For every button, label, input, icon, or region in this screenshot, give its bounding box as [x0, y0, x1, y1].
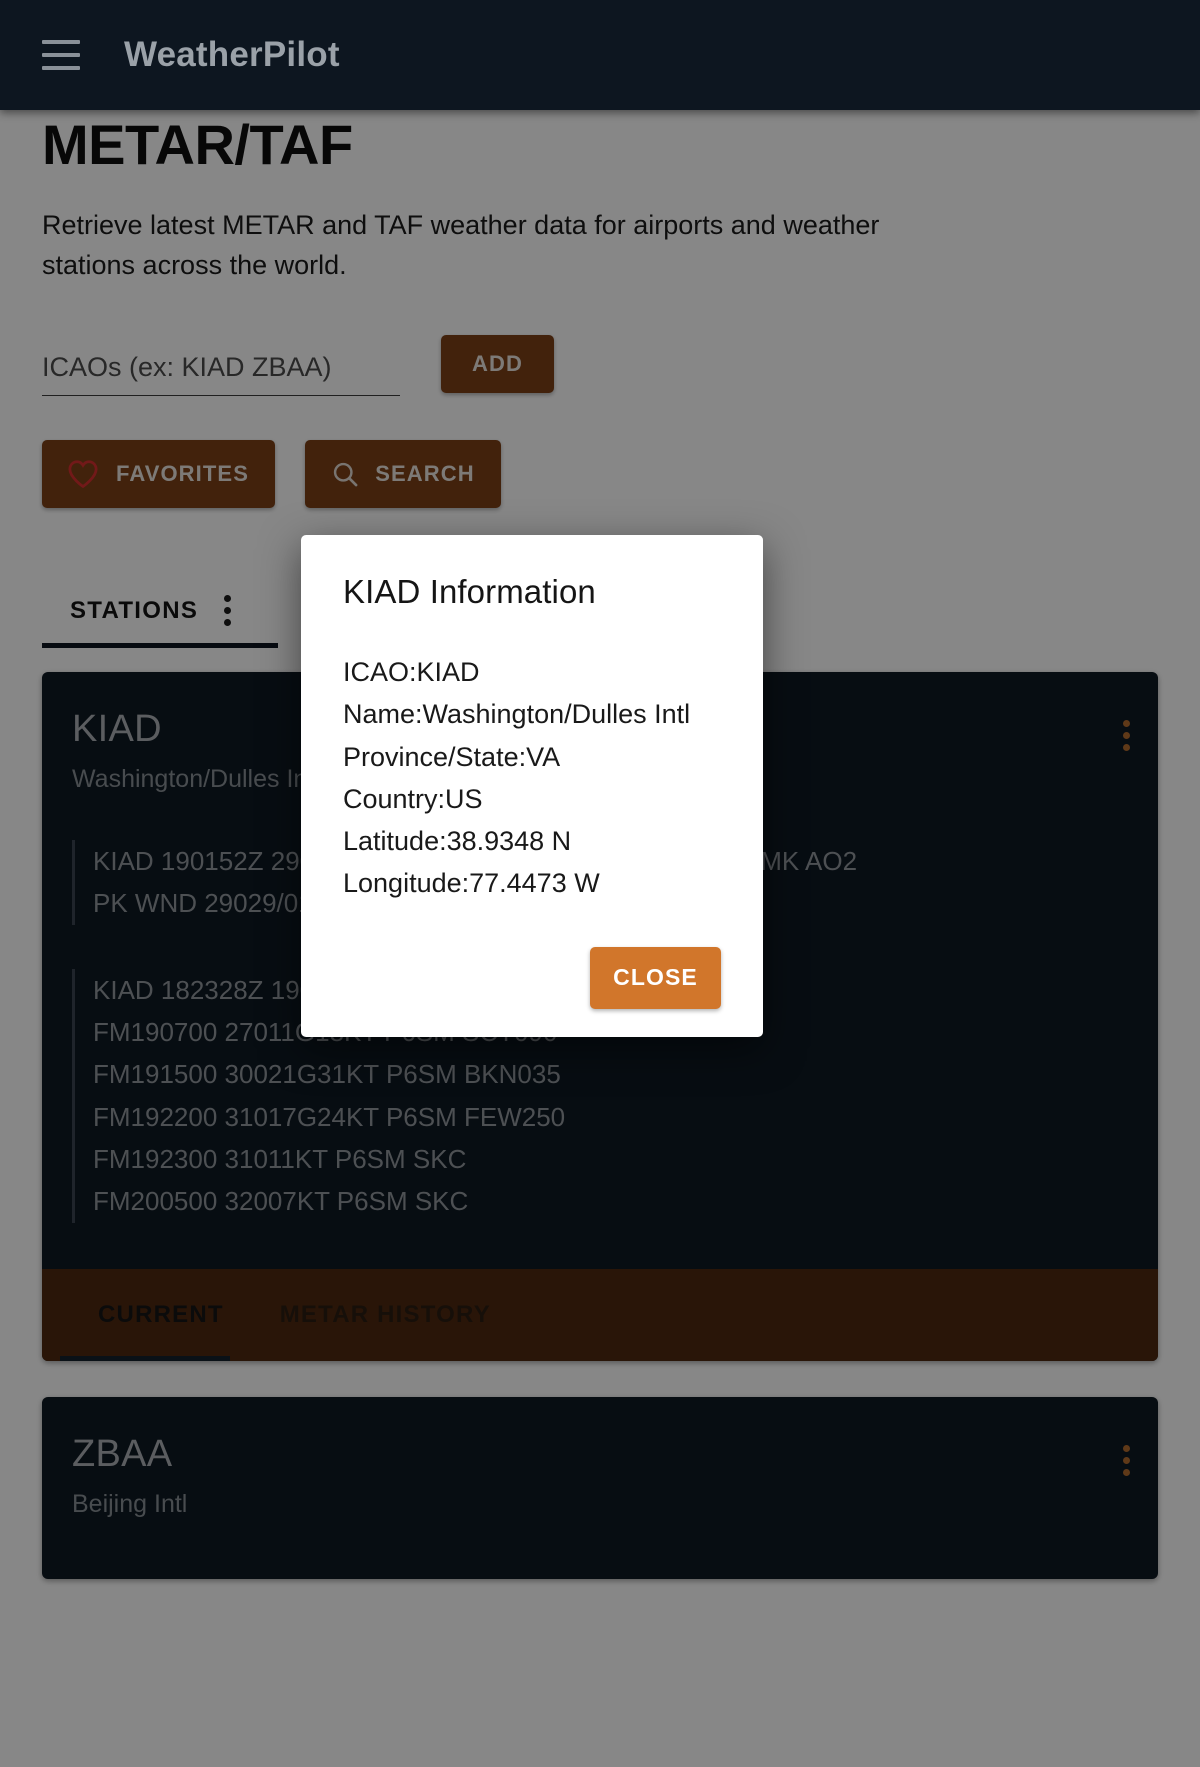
- taf-line: FM192200 31017G24KT P6SM FEW250: [93, 1101, 566, 1132]
- tab-stations-label: STATIONS: [70, 596, 199, 624]
- page-description: Retrieve latest METAR and TAF weather da…: [42, 209, 880, 281]
- dialog-field-longitude: Longitude:77.4473 W: [343, 868, 600, 899]
- card-tab-active-indicator: [60, 1355, 230, 1361]
- tab-metar-history[interactable]: METAR HISTORY: [252, 1269, 519, 1361]
- app-root: WeatherPilot METAR/TAF Retrieve latest M…: [0, 0, 1200, 1767]
- dialog-field-icao: ICAO:KIAD: [343, 657, 480, 687]
- favorites-button-label: FAVORITES: [116, 460, 249, 486]
- search-icon: [331, 460, 359, 488]
- dialog-field-province-state: Province/State:VA: [343, 741, 561, 772]
- icao-input[interactable]: [42, 347, 400, 396]
- close-button[interactable]: CLOSE: [590, 946, 721, 1009]
- dialog-field-country: Country:US: [343, 783, 483, 814]
- dialog-body: ICAO:KIAD Name:Washington/Dulles Intl Pr…: [343, 651, 721, 905]
- icao-field-wrapper: [42, 347, 400, 396]
- tab-stations[interactable]: STATIONS: [42, 574, 259, 648]
- dialog-actions: CLOSE: [343, 946, 721, 1015]
- add-button[interactable]: ADD: [441, 334, 554, 393]
- dialog-field-name: Name:Washington/Dulles Intl: [343, 699, 691, 730]
- taf-line: FM192300 31011KT P6SM SKC: [93, 1144, 467, 1175]
- page-title: METAR/TAF: [42, 113, 353, 176]
- search-button-label: SEARCH: [375, 460, 475, 486]
- station-card-header: ZBAA Beijing Intl: [42, 1397, 1158, 1579]
- taf-line: FM200500 32007KT P6SM SKC: [93, 1186, 469, 1217]
- dialog-title: KIAD Information: [343, 573, 596, 610]
- station-card-tabs: CURRENT METAR HISTORY: [42, 1268, 1158, 1361]
- station-info-dialog: KIAD Information ICAO:KIAD Name:Washingt…: [301, 535, 763, 1037]
- hamburger-menu-icon[interactable]: [42, 40, 80, 70]
- icao-search-form: ADD: [42, 322, 1158, 412]
- tab-current[interactable]: CURRENT: [70, 1269, 252, 1361]
- dialog-field-latitude: Latitude:38.9348 N: [343, 826, 572, 856]
- tab-active-indicator: [42, 642, 278, 648]
- heart-icon: [68, 460, 98, 488]
- station-overflow-kebab-menu-icon[interactable]: [1123, 1444, 1130, 1476]
- station-name: Beijing Intl: [72, 1489, 188, 1518]
- kebab-menu-icon[interactable]: [224, 595, 232, 627]
- app-bar: WeatherPilot: [0, 0, 1200, 110]
- action-button-row: FAVORITES SEARCH: [42, 439, 1158, 508]
- search-button[interactable]: SEARCH: [305, 439, 501, 508]
- station-icao: ZBAA: [72, 1432, 173, 1475]
- station-overflow-kebab-menu-icon[interactable]: [1123, 719, 1130, 751]
- taf-line: FM191500 30021G31KT P6SM BKN035: [93, 1059, 561, 1090]
- app-title: WeatherPilot: [124, 35, 340, 74]
- favorites-button[interactable]: FAVORITES: [42, 439, 275, 508]
- station-card-zbaa: ZBAA Beijing Intl: [42, 1396, 1158, 1579]
